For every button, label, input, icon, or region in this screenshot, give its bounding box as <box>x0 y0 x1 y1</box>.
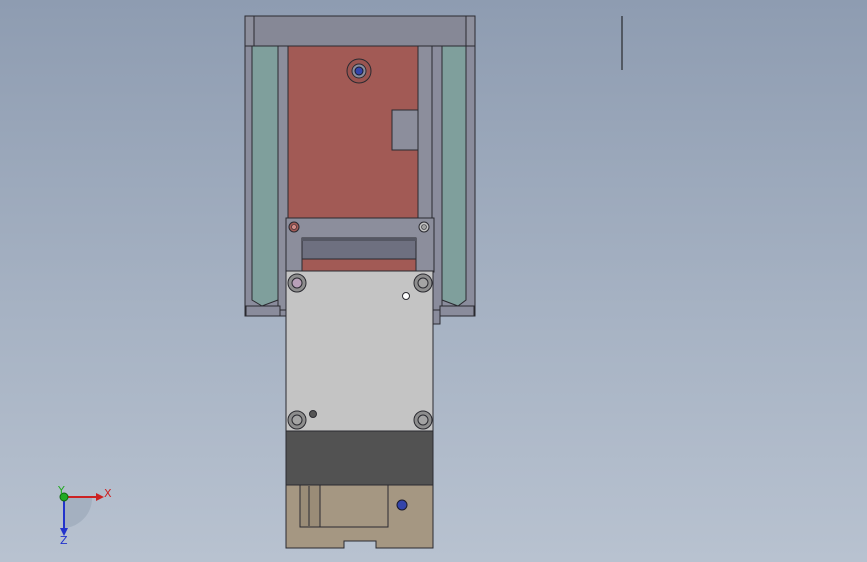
base-screw <box>396 499 408 511</box>
carriage-screw-bl <box>287 410 307 430</box>
x-axis-label: X <box>104 487 112 500</box>
carriage-screw-tr <box>413 273 433 293</box>
cad-model-view[interactable]: X Y Z <box>0 0 867 562</box>
z-axis-label: Z <box>60 534 68 547</box>
motor-plate[interactable] <box>287 45 419 219</box>
y-axis-label: Y <box>57 484 65 497</box>
graphics-viewport[interactable]: X Y Z <box>0 0 867 562</box>
left-glass-panel <box>251 45 279 307</box>
base-plate[interactable] <box>285 484 434 549</box>
locating-hole <box>402 292 410 300</box>
carriage-screw-br <box>413 410 433 430</box>
cross-bracket[interactable] <box>285 217 435 273</box>
motor-connector <box>391 109 419 151</box>
carriage-screw-tl <box>287 273 307 293</box>
right-glass-panel <box>441 45 467 307</box>
reference-triad: X Y Z <box>57 484 112 547</box>
drive-block[interactable] <box>285 430 434 486</box>
carriage-plate[interactable] <box>285 270 434 432</box>
pin-hole <box>309 410 317 418</box>
